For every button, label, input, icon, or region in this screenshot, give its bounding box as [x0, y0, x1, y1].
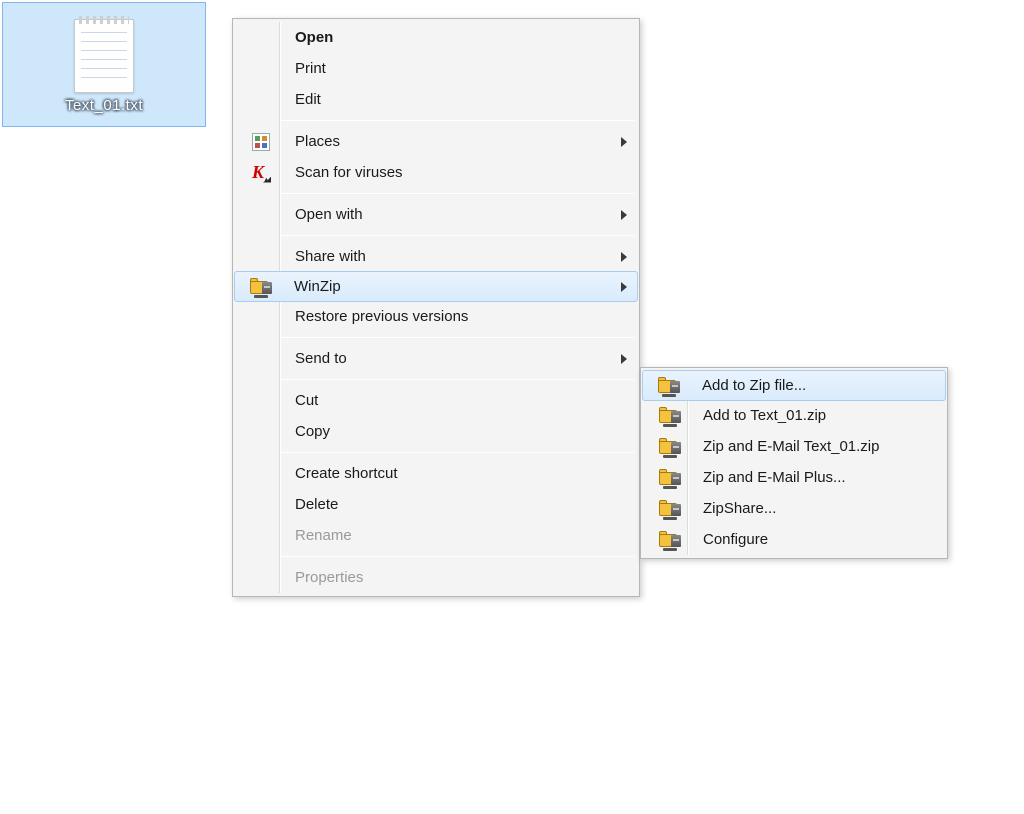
menu-separator [281, 337, 635, 338]
menu-label: Open with [283, 206, 617, 223]
menu-separator [281, 452, 635, 453]
menu-label: Share with [283, 248, 617, 265]
menu-item-rename[interactable]: Rename [235, 520, 637, 551]
submenu-item-zip-email-plus[interactable]: Zip and E-Mail Plus... [643, 462, 945, 493]
menu-separator [281, 556, 635, 557]
menu-item-winzip[interactable]: WinZip [234, 271, 638, 302]
menu-item-open[interactable]: Open [235, 22, 637, 53]
menu-label: Create shortcut [283, 465, 617, 482]
menu-item-properties[interactable]: Properties [235, 562, 637, 593]
winzip-submenu: Add to Zip file... Add to Text_01.zip Zi… [640, 367, 948, 559]
menu-label: Copy [283, 423, 617, 440]
menu-label: Properties [283, 569, 617, 586]
menu-label: Cut [283, 392, 617, 409]
menu-item-cut[interactable]: Cut [235, 385, 637, 416]
menu-item-places[interactable]: Places [235, 126, 637, 157]
menu-separator [281, 235, 635, 236]
submenu-arrow-icon [621, 137, 627, 147]
winzip-icon [658, 377, 678, 395]
menu-label: Configure [691, 531, 925, 548]
winzip-icon [659, 531, 679, 549]
menu-item-print[interactable]: Print [235, 53, 637, 84]
menu-label: WinZip [282, 278, 618, 295]
winzip-icon [250, 278, 270, 296]
menu-item-delete[interactable]: Delete [235, 489, 637, 520]
menu-item-edit[interactable]: Edit [235, 84, 637, 115]
menu-label: Print [283, 60, 617, 77]
text-file-icon [66, 9, 142, 93]
menu-label: Restore previous versions [283, 308, 617, 325]
submenu-item-zip-email[interactable]: Zip and E-Mail Text_01.zip [643, 431, 945, 462]
menu-label: Send to [283, 350, 617, 367]
menu-label: Add to Text_01.zip [691, 407, 925, 424]
menu-item-restore-versions[interactable]: Restore previous versions [235, 301, 637, 332]
menu-label: Rename [283, 527, 617, 544]
winzip-icon [659, 438, 679, 456]
submenu-item-zipshare[interactable]: ZipShare... [643, 493, 945, 524]
submenu-item-add-zip[interactable]: Add to Zip file... [642, 370, 946, 401]
menu-label: Add to Zip file... [690, 377, 926, 394]
menu-separator [281, 193, 635, 194]
submenu-arrow-icon [621, 210, 627, 220]
submenu-arrow-icon [621, 252, 627, 262]
menu-separator [281, 120, 635, 121]
menu-label: Open [283, 29, 617, 46]
menu-label: Edit [283, 91, 617, 108]
submenu-item-configure[interactable]: Configure [643, 524, 945, 555]
context-menu: Open Print Edit Places K Scan for viruse… [232, 18, 640, 597]
winzip-icon [659, 500, 679, 518]
file-label: Text_01.txt [65, 97, 143, 114]
submenu-arrow-icon [621, 354, 627, 364]
menu-item-share-with[interactable]: Share with [235, 241, 637, 272]
menu-separator [281, 379, 635, 380]
menu-label: Delete [283, 496, 617, 513]
menu-item-copy[interactable]: Copy [235, 416, 637, 447]
menu-label: ZipShare... [691, 500, 925, 517]
submenu-arrow-icon [621, 282, 627, 292]
menu-item-open-with[interactable]: Open with [235, 199, 637, 230]
file-item[interactable]: Text_01.txt [2, 2, 206, 127]
places-icon [252, 133, 270, 151]
menu-item-create-shortcut[interactable]: Create shortcut [235, 458, 637, 489]
submenu-item-add-named[interactable]: Add to Text_01.zip [643, 400, 945, 431]
kaspersky-icon: K [252, 164, 270, 182]
menu-item-scan-viruses[interactable]: K Scan for viruses [235, 157, 637, 188]
winzip-icon [659, 469, 679, 487]
menu-label: Places [283, 133, 617, 150]
menu-label: Zip and E-Mail Text_01.zip [691, 438, 925, 455]
winzip-icon [659, 407, 679, 425]
menu-item-send-to[interactable]: Send to [235, 343, 637, 374]
menu-label: Scan for viruses [283, 164, 617, 181]
menu-label: Zip and E-Mail Plus... [691, 469, 925, 486]
